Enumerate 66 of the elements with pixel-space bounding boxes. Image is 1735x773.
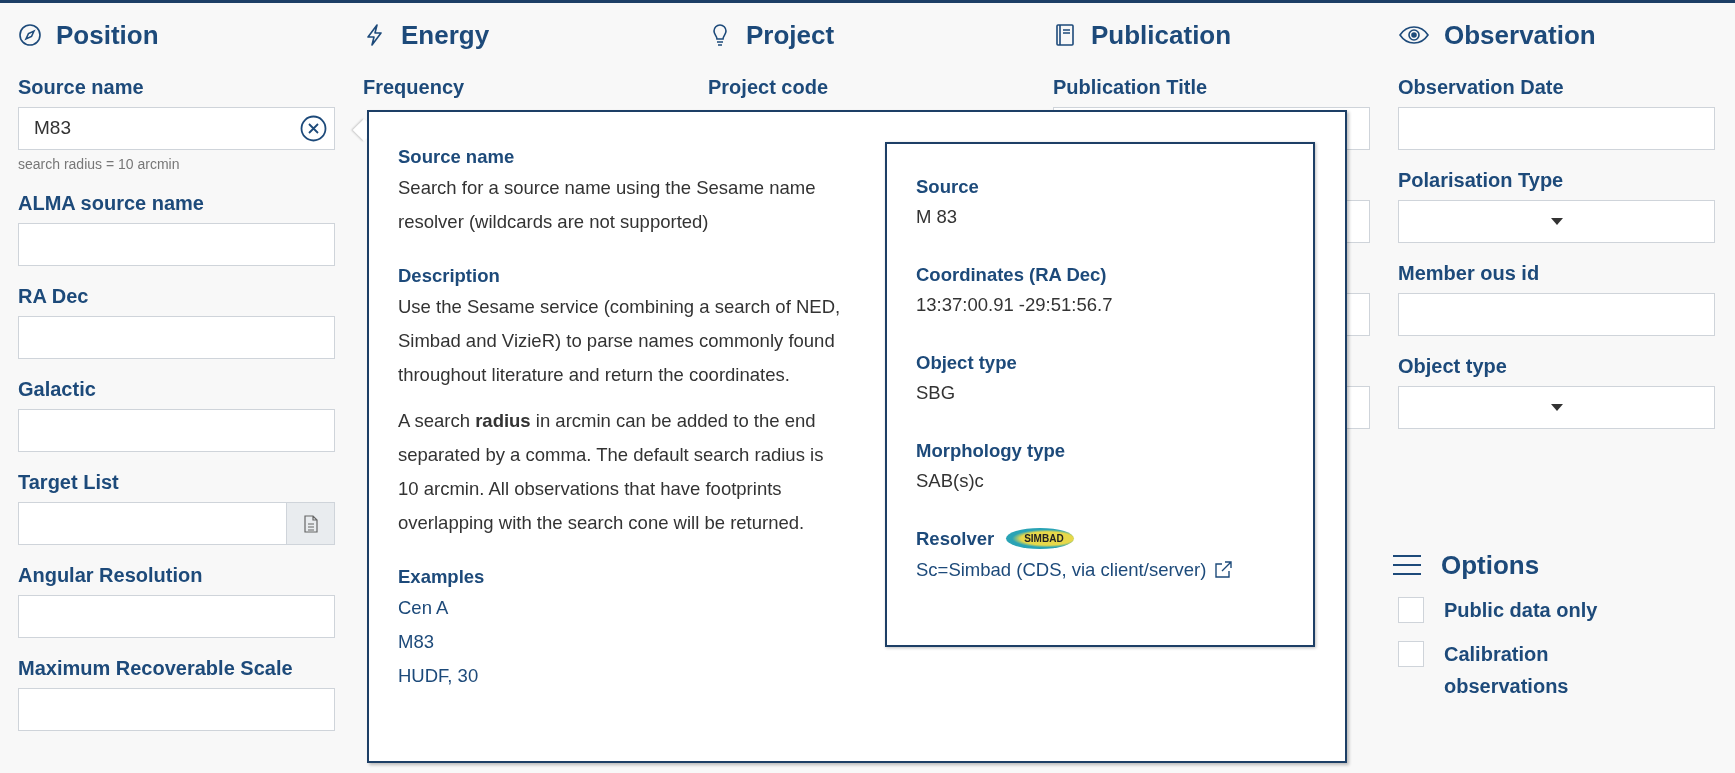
section-title: Observation <box>1444 19 1596 51</box>
caret-icon <box>1550 218 1563 225</box>
input-field[interactable] <box>18 595 335 638</box>
external-link-icon <box>1214 561 1233 579</box>
field-label: ALMA source name <box>18 191 205 215</box>
input-field[interactable] <box>1398 293 1715 336</box>
field-label: Frequency <box>363 75 466 99</box>
resolver-logo: SIMBAD <box>1006 528 1074 549</box>
document-icon <box>303 514 318 533</box>
section-title: Project <box>746 19 835 51</box>
result-value: SBG <box>916 381 957 405</box>
help-heading: Description <box>398 264 501 288</box>
field-label: Target List <box>18 470 120 494</box>
eye-icon <box>1398 23 1430 47</box>
result-heading: Resolver <box>916 527 995 551</box>
checkbox-label: Calibration observations <box>1444 642 1570 699</box>
checkbox-label: Public data only <box>1444 598 1599 623</box>
input-field[interactable]: M83 <box>18 107 335 150</box>
field-label: Maximum Recoverable Scale <box>18 656 294 680</box>
caret-icon <box>1550 404 1563 411</box>
help-text: Search for a source name using the Sesame name resolver (wildcards are not supported) <box>398 176 817 234</box>
helper-text: search radius = 10 arcmin <box>18 155 181 173</box>
field-label: Publication Title <box>1053 75 1209 99</box>
section-title: Energy <box>401 19 490 51</box>
checkbox[interactable] <box>1398 597 1424 623</box>
result-heading: Morphology type <box>916 439 1067 463</box>
select-field[interactable] <box>1398 386 1715 429</box>
section-title: Position <box>56 19 159 51</box>
field-label: Observation Date <box>1398 75 1565 99</box>
file-button[interactable] <box>287 502 335 545</box>
checkbox[interactable] <box>1398 641 1424 667</box>
field-label: Angular Resolution <box>18 563 204 587</box>
result-value: SAB(s)c <box>916 469 985 493</box>
result-heading: Coordinates (RA Dec) <box>916 263 1108 287</box>
input-field[interactable] <box>18 316 335 359</box>
menu-icon <box>1391 554 1423 576</box>
example-link[interactable]: HUDF, 30 <box>398 659 858 693</box>
result-value: 13:37:00.91 -29:51:56.7 <box>916 293 1114 317</box>
result-heading: Object type <box>916 351 1018 375</box>
field-label: Source name <box>18 75 145 99</box>
result-heading: Source <box>916 175 980 199</box>
input-field[interactable] <box>18 688 335 731</box>
field-label: RA Dec <box>18 284 90 308</box>
result-value: M 83 <box>916 205 959 229</box>
book-icon <box>1053 23 1077 47</box>
field-label: Member ous id <box>1398 261 1541 285</box>
input-field[interactable] <box>18 409 335 452</box>
resolver-link[interactable]: Sc=Simbad (CDS, via client/server) <box>916 553 1233 587</box>
field-label: Polarisation Type <box>1398 168 1565 192</box>
field-label: Galactic <box>18 377 97 401</box>
example-link[interactable]: Cen A <box>398 591 858 625</box>
clear-button[interactable] <box>300 115 327 142</box>
help-heading: Source name <box>398 145 516 169</box>
section-title: Publication <box>1091 19 1232 51</box>
field-label: Object type <box>1398 354 1508 378</box>
example-link[interactable]: M83 <box>398 625 858 659</box>
field-label: Project code <box>708 75 830 99</box>
section-title: Options <box>1441 549 1540 581</box>
select-field[interactable] <box>1398 200 1715 243</box>
input-field[interactable] <box>1398 107 1715 150</box>
input-field[interactable] <box>18 502 287 545</box>
help-text: A search radius in arcmin can be added to the end separated by a comma. The default search radius is 10 arcmin. All observations that have footprints overlapping with the search cone will be returned. <box>398 409 825 535</box>
help-text: Use the Sesame service (combining a search of NED, Simbad and VizieR) to parse names commonly found throughout literature and return the coordinates. <box>398 295 842 387</box>
input-field[interactable] <box>18 223 335 266</box>
compass-icon <box>18 23 42 47</box>
help-heading: Examples <box>398 565 486 589</box>
